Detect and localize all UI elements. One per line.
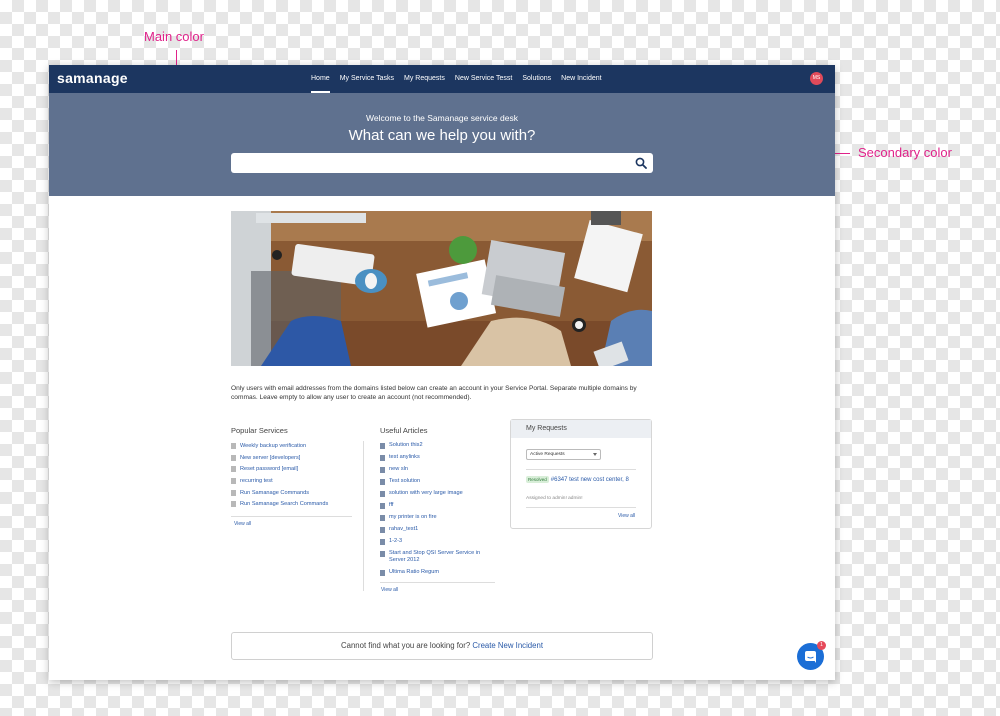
service-icon xyxy=(231,454,236,461)
list-item[interactable]: new sln xyxy=(380,466,495,473)
list-item[interactable]: New server [developers] xyxy=(231,454,351,466)
list-item[interactable]: Test solution xyxy=(380,478,495,485)
list-item[interactable]: Weekly backup verification xyxy=(231,442,351,454)
service-icon xyxy=(231,501,236,508)
article-icon xyxy=(380,467,385,473)
article-icon xyxy=(380,551,385,557)
article-icon xyxy=(380,539,385,545)
list-item[interactable]: Run Samanage Search Commands xyxy=(231,500,351,512)
cannot-find-text: Cannot find what you are looking for? xyxy=(341,641,471,650)
create-new-incident-link[interactable]: Create New Incident xyxy=(472,641,543,650)
request-assignee: Assigned to admin! admin! xyxy=(526,496,583,501)
article-link[interactable]: new sln xyxy=(389,466,408,473)
article-icon xyxy=(380,515,385,521)
nav-new-service-test[interactable]: New Service Tesst xyxy=(455,65,512,93)
list-item[interactable]: 1-2-3 xyxy=(380,538,495,545)
article-link[interactable]: my printer is on fire xyxy=(389,514,437,521)
list-item[interactable]: Start and Stop QSI Server Service in Ser… xyxy=(380,550,495,564)
article-icon xyxy=(380,527,385,533)
list-item[interactable]: Run Samanage Commands xyxy=(231,489,351,501)
request-item[interactable]: Resolved #6347 test new cost center, 8 xyxy=(526,476,636,485)
articles-view-all-link[interactable]: View all xyxy=(381,587,398,593)
list-item[interactable]: fff xyxy=(380,502,495,509)
nav-home[interactable]: Home xyxy=(311,65,330,93)
main-nav: Home My Service Tasks My Requests New Se… xyxy=(311,65,602,93)
article-link[interactable]: test anylinks xyxy=(389,454,420,461)
article-icon xyxy=(380,491,385,497)
article-icon xyxy=(380,455,385,461)
article-link[interactable]: 1-2-3 xyxy=(389,538,402,545)
requests-view-all-link[interactable]: View all xyxy=(618,513,635,519)
list-item[interactable]: my printer is on fire xyxy=(380,514,495,521)
popular-services-list: Weekly backup verification New server [d… xyxy=(231,442,351,512)
office-desk-photo xyxy=(231,211,652,366)
nav-solutions[interactable]: Solutions xyxy=(522,65,551,93)
status-badge: Resolved xyxy=(526,476,549,483)
list-item[interactable]: Ultima Ratio Regum xyxy=(380,569,495,576)
main-color-annotation: Main color xyxy=(144,29,204,44)
request-link[interactable]: #6347 test new cost center, 8 xyxy=(551,477,629,483)
list-item[interactable]: Solution this2 xyxy=(380,442,495,449)
service-link[interactable]: Weekly backup verification xyxy=(240,442,306,454)
service-icon xyxy=(231,443,236,449)
chat-notification-badge: 1 xyxy=(817,641,826,650)
useful-articles-list: Solution this2 test anylinks new sln Tes… xyxy=(380,442,495,581)
article-link[interactable]: solution with very large image xyxy=(389,490,463,497)
user-avatar[interactable]: MS xyxy=(810,72,823,85)
article-link[interactable]: Test solution xyxy=(389,478,420,485)
popular-services-title: Popular Services xyxy=(231,426,288,435)
article-icon xyxy=(380,479,385,485)
service-icon xyxy=(231,478,236,485)
service-link[interactable]: recurring test xyxy=(240,477,273,489)
service-portal-screen: samanage Home My Service Tasks My Reques… xyxy=(49,65,835,680)
article-icon xyxy=(380,503,385,509)
list-item[interactable]: test anylinks xyxy=(380,454,495,461)
secondary-color-annotation: Secondary color xyxy=(858,145,952,160)
hero-title: What can we help you with? xyxy=(348,127,536,144)
nav-my-service-tasks[interactable]: My Service Tasks xyxy=(340,65,394,93)
service-link[interactable]: Run Samanage Commands xyxy=(240,489,309,501)
articles-divider xyxy=(380,582,495,583)
service-link[interactable]: New server [developers] xyxy=(240,454,300,466)
list-item[interactable]: solution with very large image xyxy=(380,490,495,497)
my-requests-card: My Requests Active Requests Resolved #634… xyxy=(510,419,652,529)
requests-divider xyxy=(526,469,636,470)
list-item[interactable]: Reset password [email] xyxy=(231,465,351,477)
article-link[interactable]: fff xyxy=(389,502,393,509)
article-link[interactable]: Ultima Ratio Regum xyxy=(389,569,439,576)
list-item[interactable]: rahav_test1 xyxy=(380,526,495,533)
nav-new-incident[interactable]: New Incident xyxy=(561,65,601,93)
useful-articles-title: Useful Articles xyxy=(380,426,428,435)
requests-filter-select[interactable]: Active Requests xyxy=(526,449,601,460)
article-link[interactable]: Start and Stop QSI Server Service in Ser… xyxy=(389,550,495,564)
hero-welcome-text: Welcome to the Samanage service desk xyxy=(366,113,518,123)
samanage-logo[interactable]: samanage xyxy=(57,70,128,86)
hero-banner: Welcome to the Samanage service desk Wha… xyxy=(49,93,835,196)
top-navigation-bar: samanage Home My Service Tasks My Reques… xyxy=(49,65,835,93)
requests-divider-bottom xyxy=(526,507,636,508)
cannot-find-prompt: Cannot find what you are looking for? Cr… xyxy=(231,632,653,660)
service-icon xyxy=(231,466,236,473)
article-link[interactable]: Solution this2 xyxy=(389,442,423,449)
article-icon xyxy=(380,570,385,576)
article-icon xyxy=(380,443,385,449)
my-requests-title: My Requests xyxy=(511,420,651,438)
services-view-all-link[interactable]: View all xyxy=(234,521,251,527)
nav-my-requests[interactable]: My Requests xyxy=(404,65,445,93)
chevron-down-icon xyxy=(593,453,597,456)
column-divider xyxy=(363,441,364,591)
search-input[interactable] xyxy=(231,153,653,173)
requests-filter-value: Active Requests xyxy=(530,452,565,457)
search-icon[interactable] xyxy=(635,157,647,169)
service-icon xyxy=(231,489,236,496)
service-link[interactable]: Run Samanage Search Commands xyxy=(240,500,328,512)
service-link[interactable]: Reset password [email] xyxy=(240,465,298,477)
list-item[interactable]: recurring test xyxy=(231,477,351,489)
article-link[interactable]: rahav_test1 xyxy=(389,526,418,533)
services-divider xyxy=(231,516,352,517)
domain-notice-text: Only users with email addresses from the… xyxy=(231,385,637,401)
